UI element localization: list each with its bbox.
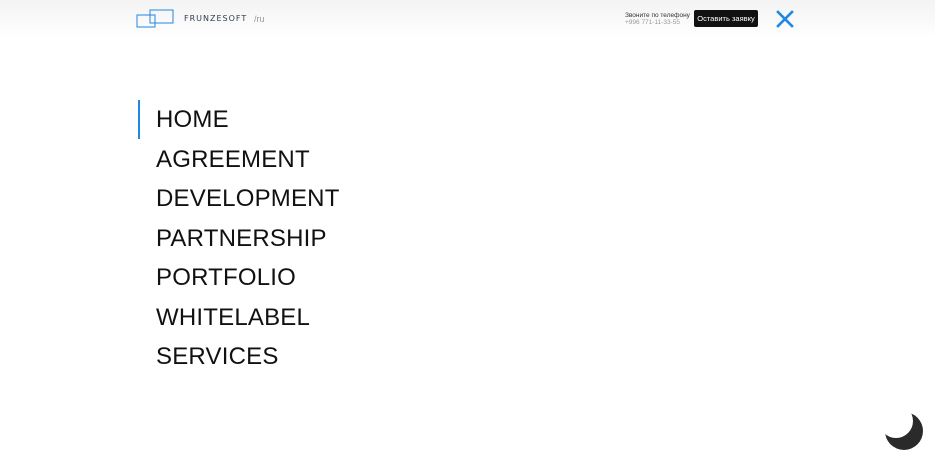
phone-number[interactable]: +996 771-11-33-55: [625, 19, 690, 26]
logo-link[interactable]: FRUNZESOFT: [136, 9, 247, 29]
theme-toggle-button[interactable]: [884, 411, 924, 451]
menu-item-whitelabel[interactable]: WHITELABEL: [138, 298, 340, 338]
phone-label: Звоните по телефону: [625, 12, 690, 19]
language-switch[interactable]: /ru: [254, 14, 265, 24]
menu-item-label: HOME: [156, 106, 229, 133]
menu-item-label: WHITELABEL: [156, 303, 311, 331]
moon-icon: [885, 412, 923, 450]
menu-item-label: PORTFOLIO: [156, 264, 297, 291]
phone-block: Звоните по телефону +996 771-11-33-55: [625, 12, 690, 26]
menu-item-partnership[interactable]: PARTNERSHIP: [138, 219, 340, 259]
menu-item-services[interactable]: SERVICES: [138, 337, 340, 377]
close-icon: [776, 10, 794, 28]
menu-item-label: PARTNERSHIP: [156, 224, 327, 252]
menu-item-development[interactable]: DEVELOPMENT: [138, 179, 340, 219]
menu-item-label: SERVICES: [156, 343, 279, 370]
main-menu: HOME AGREEMENT DEVELOPMENT PARTNERSHIP P…: [138, 100, 340, 377]
menu-item-portfolio[interactable]: PORTFOLIO: [138, 258, 340, 298]
active-indicator: [138, 100, 140, 139]
menu-item-label: AGREEMENT: [156, 145, 310, 173]
logo-mark-icon: [136, 9, 174, 28]
leave-request-button[interactable]: Оставить заявку: [694, 10, 758, 27]
close-menu-button[interactable]: [775, 9, 795, 29]
header: FRUNZESOFT /ru Звоните по телефону +996 …: [0, 0, 935, 38]
menu-item-home[interactable]: HOME: [138, 100, 340, 140]
logo-text: FRUNZESOFT: [184, 13, 248, 23]
page: FRUNZESOFT /ru Звоните по телефону +996 …: [0, 0, 935, 462]
menu-item-label: DEVELOPMENT: [156, 185, 340, 212]
menu-item-agreement[interactable]: AGREEMENT: [138, 140, 340, 180]
